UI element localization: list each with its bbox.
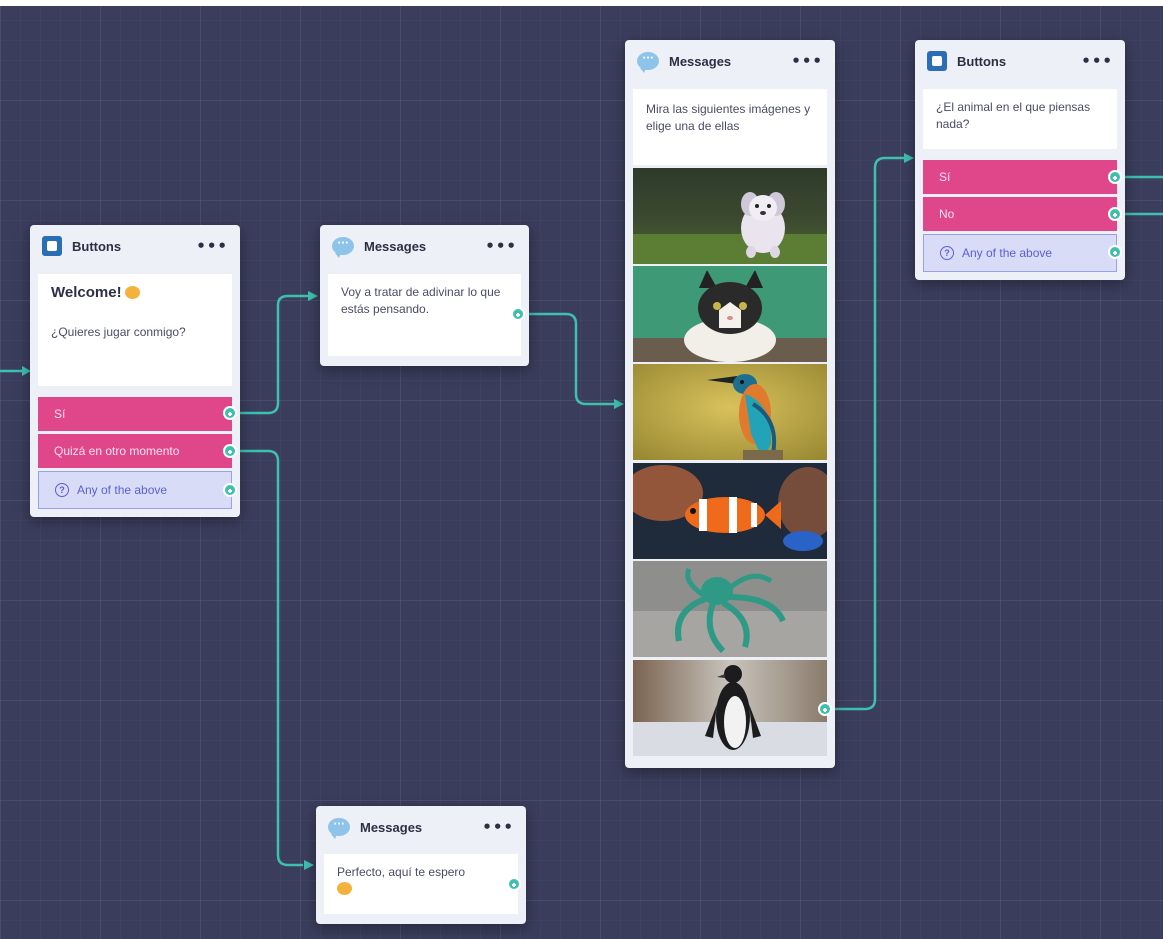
message-card[interactable]: ¿El animal en el que piensas nada? bbox=[923, 89, 1117, 149]
node-header[interactable]: Buttons ••• bbox=[30, 225, 240, 267]
wire-images-to-question[interactable] bbox=[832, 156, 904, 711]
messages-node-wait[interactable]: ··· Messages ••• Perfecto, aquí te esper… bbox=[316, 806, 526, 924]
output-port[interactable] bbox=[818, 702, 832, 716]
image-penguin[interactable] bbox=[633, 660, 827, 756]
kingfisher-image bbox=[633, 364, 827, 460]
hugging-face-emoji-icon bbox=[337, 882, 352, 895]
node-type-label: Messages bbox=[669, 53, 732, 69]
node-type-label: Buttons bbox=[72, 238, 122, 254]
message-card[interactable]: Perfecto, aquí te espero bbox=[324, 854, 518, 914]
node-header[interactable]: ··· Messages ••• bbox=[625, 40, 835, 82]
speech-bubble-icon: ··· bbox=[637, 52, 659, 73]
more-menu-icon[interactable]: ••• bbox=[196, 238, 228, 254]
node-type-label: Messages bbox=[364, 238, 427, 254]
cat-image bbox=[633, 266, 827, 362]
output-port-no[interactable] bbox=[1108, 207, 1122, 221]
image-cat[interactable] bbox=[633, 266, 827, 362]
messages-node-guess[interactable]: ··· Messages ••• Voy a tratar de adivina… bbox=[320, 225, 529, 366]
output-port[interactable] bbox=[511, 307, 525, 321]
wire-si-arrow bbox=[308, 291, 318, 301]
hugging-face-emoji-icon bbox=[124, 286, 140, 299]
question-circle-icon: ? bbox=[940, 246, 954, 260]
square-block-icon bbox=[927, 51, 947, 71]
wire-later-arrow bbox=[304, 860, 314, 870]
node-header[interactable]: Buttons ••• bbox=[915, 40, 1125, 82]
message-text: Perfecto, aquí te espero bbox=[337, 865, 466, 879]
heading-text: Welcome! bbox=[51, 284, 122, 301]
question-circle-icon: ? bbox=[55, 483, 69, 497]
square-block-icon bbox=[42, 236, 62, 256]
fallback-option[interactable]: ? Any of the above bbox=[923, 234, 1117, 272]
welcome-heading: Welcome! bbox=[51, 284, 219, 302]
speech-bubble-icon: ··· bbox=[332, 237, 354, 258]
flow-canvas[interactable]: Buttons ••• Welcome! ¿Quieres jugar conm… bbox=[0, 0, 1163, 939]
penguin-image bbox=[633, 660, 827, 756]
fallback-label: Any of the above bbox=[962, 246, 1053, 260]
more-menu-icon[interactable]: ••• bbox=[1081, 53, 1113, 69]
fallback-option[interactable]: ? Any of the above bbox=[38, 471, 232, 509]
dog-image bbox=[633, 168, 827, 264]
more-menu-icon[interactable]: ••• bbox=[485, 238, 517, 254]
message-card[interactable]: Welcome! ¿Quieres jugar conmigo? bbox=[38, 274, 232, 386]
message-text: ¿Quieres jugar conmigo? bbox=[51, 325, 186, 339]
option-button-si[interactable]: Sí bbox=[38, 397, 232, 431]
wire-later-to-wait[interactable] bbox=[236, 449, 303, 867]
message-card[interactable]: Mira las siguientes imágenes y elige una… bbox=[633, 89, 827, 165]
image-kingfisher[interactable] bbox=[633, 364, 827, 460]
image-dog[interactable] bbox=[633, 168, 827, 264]
node-type-label: Buttons bbox=[957, 53, 1007, 69]
speech-bubble-icon: ··· bbox=[328, 818, 350, 839]
output-port-si[interactable] bbox=[223, 406, 237, 420]
buttons-node-welcome[interactable]: Buttons ••• Welcome! ¿Quieres jugar conm… bbox=[30, 225, 240, 517]
output-port-later[interactable] bbox=[223, 444, 237, 458]
clownfish-image bbox=[633, 463, 827, 559]
node-type-label: Messages bbox=[360, 819, 423, 835]
option-button-si[interactable]: Sí bbox=[923, 160, 1117, 194]
node-header[interactable]: ··· Messages ••• bbox=[320, 225, 529, 267]
wire-si-to-guess[interactable] bbox=[236, 294, 308, 415]
output-port-si[interactable] bbox=[1108, 170, 1122, 184]
octopus-image bbox=[633, 561, 827, 657]
canvas-top-edge bbox=[0, 0, 1163, 6]
wire-guess-to-images[interactable] bbox=[524, 312, 614, 406]
image-octopus[interactable] bbox=[633, 561, 827, 657]
output-port-fallback[interactable] bbox=[1108, 245, 1122, 259]
image-clownfish[interactable] bbox=[633, 463, 827, 559]
more-menu-icon[interactable]: ••• bbox=[791, 53, 823, 69]
option-button-no[interactable]: No bbox=[923, 197, 1117, 231]
option-button-later[interactable]: Quizá en otro momento bbox=[38, 434, 232, 468]
wire-images-arrow bbox=[904, 153, 914, 163]
node-header[interactable]: ··· Messages ••• bbox=[316, 806, 526, 848]
messages-node-images[interactable]: ··· Messages ••• Mira las siguientes imá… bbox=[625, 40, 835, 768]
wire-guess-arrow bbox=[614, 399, 624, 409]
output-port-fallback[interactable] bbox=[223, 483, 237, 497]
more-menu-icon[interactable]: ••• bbox=[482, 819, 514, 835]
fallback-label: Any of the above bbox=[77, 483, 168, 497]
output-port[interactable] bbox=[507, 877, 521, 891]
message-card[interactable]: Voy a tratar de adivinar lo que estás pe… bbox=[328, 274, 521, 356]
buttons-node-question[interactable]: Buttons ••• ¿El animal en el que piensas… bbox=[915, 40, 1125, 280]
